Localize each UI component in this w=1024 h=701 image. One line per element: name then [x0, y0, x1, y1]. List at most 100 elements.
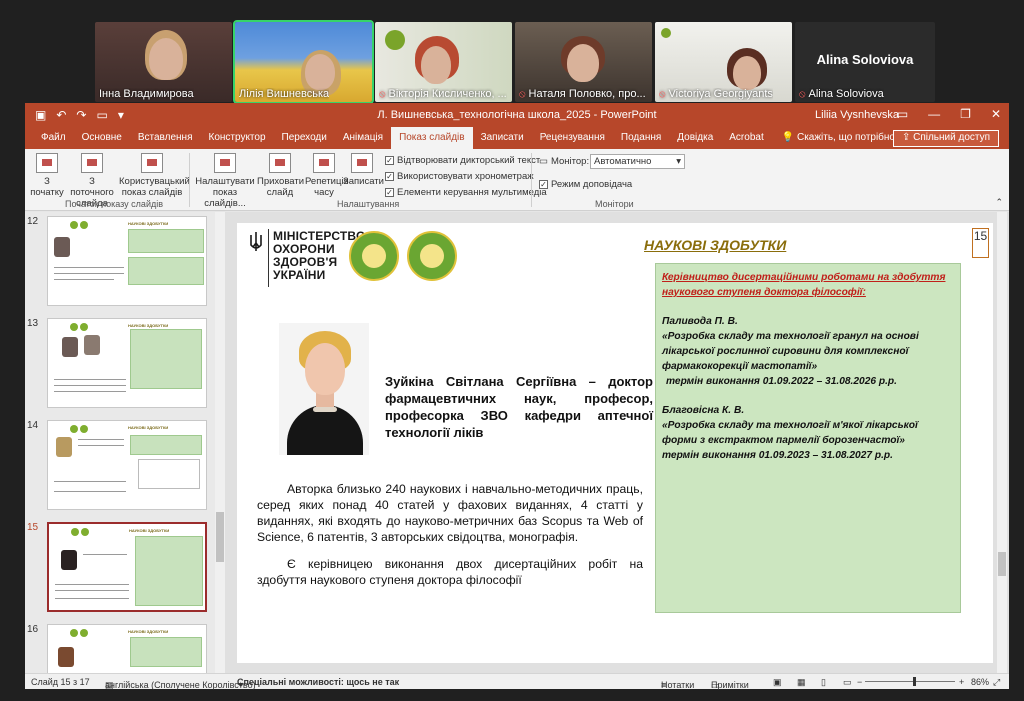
text-line	[83, 554, 127, 555]
tab-file[interactable]: Файл	[33, 127, 74, 149]
tab-review[interactable]: Рецензування	[532, 127, 613, 149]
portrait-shape	[84, 335, 100, 355]
mic-muted-icon: ⦸	[659, 89, 666, 100]
thumbnail-scrollbar[interactable]	[215, 212, 225, 673]
accessibility-text: Спеціальні можливості: щось не так	[237, 677, 400, 687]
share-button[interactable]: ⇪ Спільний доступ	[892, 130, 999, 147]
thumbnail-title: НАУКОВІ ЗДОБУТКИ	[128, 425, 169, 430]
text-line	[54, 379, 126, 380]
close-icon[interactable]: ✕	[991, 107, 1001, 121]
green-box	[130, 329, 202, 389]
participant-name-text: Наталя Половко, про...	[528, 88, 646, 100]
play-narrations-checkbox[interactable]: ✓ Відтворювати дикторський текст	[385, 155, 540, 166]
from-beginning-button[interactable]: З початку	[29, 153, 65, 198]
zoom-out-icon[interactable]: −	[857, 677, 862, 687]
face-shape	[149, 38, 183, 80]
text-line	[55, 590, 129, 591]
tab-acrobat[interactable]: Acrobat	[721, 127, 771, 149]
text-line	[54, 391, 126, 392]
slideshow-current-icon	[81, 153, 103, 173]
bio-paragraph: Авторка близько 240 наукових і навчально…	[257, 482, 643, 544]
reading-view-icon[interactable]: ▯	[821, 677, 826, 688]
timer-icon	[313, 153, 335, 173]
tab-design[interactable]: Конструктор	[201, 127, 274, 149]
window-controls: ▭ — ❐ ✕	[897, 107, 1001, 121]
slideshow-start-icon	[36, 153, 58, 173]
monitor-select[interactable]: Автоматично ▾	[590, 154, 685, 169]
logo-shape	[80, 221, 88, 229]
tab-animations[interactable]: Анімація	[335, 127, 391, 149]
monitor-value: Автоматично	[594, 156, 652, 167]
text-line	[78, 439, 124, 440]
ribbon-tabs: Файл Основне Вставлення Конструктор Пере…	[25, 127, 1009, 149]
tab-transitions[interactable]: Переходи	[274, 127, 335, 149]
green-box	[130, 637, 202, 667]
green-box	[135, 536, 203, 606]
tab-view[interactable]: Подання	[613, 127, 669, 149]
collapse-ribbon-icon[interactable]: ⌃	[995, 197, 1003, 208]
custom-show-button[interactable]: Користувацький показ слайдів	[119, 153, 190, 198]
tab-help[interactable]: Довідка	[669, 127, 721, 149]
slide-thumbnail-current[interactable]: НАУКОВІ ЗДОБУТКИ	[47, 522, 207, 612]
participant-name-text: Victoriya Georgiyants	[668, 88, 773, 100]
setup-show-button[interactable]: Налаштувати показ слайдів...	[193, 153, 257, 209]
zoom-slider-knob[interactable]	[913, 677, 916, 686]
participant-tile-active[interactable]: Лілія Вишневська	[233, 20, 374, 104]
rehearse-timings-button[interactable]: Репетиція часу	[305, 153, 349, 198]
participant-tile[interactable]: ⦸ Наталя Половко, про...	[515, 22, 652, 102]
dissertation-item-2-topic: «Розробка складу та технології м'якої лі…	[662, 420, 918, 446]
participant-name: Лілія Вишневська	[239, 88, 330, 100]
slide-scrollbar[interactable]	[997, 212, 1007, 673]
thumbnail-title: НАУКОВІ ЗДОБУТКИ	[128, 629, 169, 634]
use-timings-checkbox[interactable]: ✓ Використовувати хронометраж	[385, 171, 534, 182]
zoom-level[interactable]: 86%	[971, 677, 989, 687]
scrollbar-thumb[interactable]	[998, 552, 1006, 576]
slide-thumbnail[interactable]: НАУКОВІ ЗДОБУТКИ	[47, 318, 207, 408]
language-text: англійська (Сполучене Королівство)	[105, 680, 256, 690]
mic-muted-icon: ⦸	[519, 89, 526, 100]
hide-slide-button[interactable]: Приховати слайд	[257, 153, 304, 198]
tab-record[interactable]: Записати	[473, 127, 532, 149]
accessibility-status[interactable]: ✦ Спеціальні можливості: щось не так	[237, 677, 400, 690]
tab-home[interactable]: Основне	[74, 127, 130, 149]
user-name[interactable]: Liliia Vysnhevska	[815, 109, 899, 121]
slide-thumbnail[interactable]: НАУКОВІ ЗДОБУТКИ	[47, 420, 207, 510]
notes-label: Нотатки	[661, 680, 695, 690]
slideshow-view-icon[interactable]: ▭	[843, 677, 852, 688]
scrollbar-thumb[interactable]	[216, 512, 224, 562]
lightbulb-icon: 💡	[781, 132, 797, 143]
slide-sorter-icon[interactable]: ▦	[797, 677, 806, 688]
presenter-view-checkbox[interactable]: ✓ Режим доповідача	[539, 179, 632, 190]
minimize-icon[interactable]: —	[928, 107, 940, 121]
participant-tile[interactable]: ⦸ Вікторія Кисличенко, ...	[375, 22, 512, 102]
slide-thumbnail[interactable]: НАУКОВІ ЗДОБУТКИ	[47, 216, 207, 306]
participant-name-text: Alina Soloviova	[808, 88, 884, 100]
zoom-slider[interactable]	[865, 681, 955, 682]
record-icon	[351, 153, 373, 173]
record-button[interactable]: Записати	[343, 153, 384, 187]
video-strip: Інна Владимирова Лілія Вишневська ⦸ Вікто…	[95, 20, 935, 104]
participant-tile[interactable]: Інна Владимирова	[95, 22, 232, 102]
ribbon-display-icon[interactable]: ▭	[897, 107, 908, 121]
thumbnail-number: 13	[27, 318, 39, 329]
restore-icon[interactable]: ❐	[960, 107, 971, 121]
checkbox-label: Елементи керування мультимедіа	[397, 187, 547, 198]
divider	[531, 153, 532, 207]
ministry-line: УКРАЇНИ	[273, 268, 326, 282]
participant-name: ⦸ Наталя Половко, про...	[519, 88, 646, 100]
logo-shape	[70, 221, 78, 229]
checkbox-label: Використовувати хронометраж	[397, 171, 534, 182]
normal-view-icon[interactable]: ▣	[773, 677, 782, 688]
logo-shape	[385, 30, 405, 50]
participant-tile[interactable]: Alina Soloviova ⦸ Alina Soloviova	[795, 22, 935, 102]
fit-slide-icon[interactable]: ⤢	[993, 677, 1000, 688]
media-controls-checkbox[interactable]: ✓ Елементи керування мультимедіа	[385, 187, 547, 198]
tab-slideshow[interactable]: Показ слайдів	[391, 127, 473, 149]
participant-tile[interactable]: ⦸ Victoriya Georgiyants	[655, 22, 792, 102]
monitor-label: Монітор:	[550, 156, 590, 167]
logo-shape	[80, 425, 88, 433]
slide-thumbnail[interactable]: НАУКОВІ ЗДОБУТКИ	[47, 624, 207, 673]
zoom-in-icon[interactable]: +	[959, 677, 964, 687]
tab-insert[interactable]: Вставлення	[130, 127, 201, 149]
slide-canvas[interactable]: МІНІСТЕРСТВО ОХОРОНИ ЗДОРОВ'Я УКРАЇНИ НА…	[237, 223, 993, 663]
